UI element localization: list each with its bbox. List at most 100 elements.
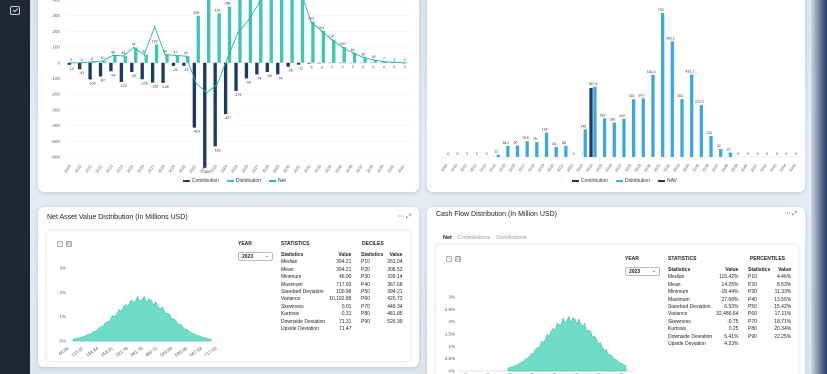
net-point [216, 83, 218, 86]
data-label: -99 [246, 80, 251, 84]
legend-nav[interactable]: NAV [657, 178, 677, 184]
data-label: 0 [404, 58, 406, 62]
stat-label: Upside Deviation [281, 326, 319, 333]
table-row: Mean 394.21 [279, 267, 353, 274]
distribution-area [72, 295, 212, 342]
stat-value: 717.60 [336, 281, 352, 288]
data-label: 58 [562, 141, 566, 145]
stat-label: P30 [748, 289, 757, 296]
x-tick-label: 2045 [788, 162, 798, 173]
data-label: -59 [267, 74, 272, 78]
stat-value: 71.47 [338, 326, 352, 333]
data-label: 10 [101, 56, 105, 60]
x-tick-label: 2025 [230, 163, 240, 174]
y-tick-label: 300 [52, 13, 60, 18]
contribution-bar [255, 62, 259, 75]
table-row: Standard Deviation 100.96 [279, 289, 353, 296]
tab-contributions[interactable]: Contributions [458, 235, 490, 241]
data-label: 315 [214, 8, 220, 12]
contribution-bar [265, 62, 269, 73]
year-select[interactable]: 2023 ⌄ [625, 267, 660, 276]
data-label: 272.2 [695, 100, 704, 104]
table-row: Minimum 46.90 [279, 274, 353, 281]
legend-net[interactable]: Net [268, 178, 286, 184]
distribution-bar [196, 15, 200, 63]
contribution-bar [161, 62, 165, 83]
data-label: 0 [476, 152, 478, 156]
net-point [101, 60, 104, 63]
tab-net[interactable]: Net [443, 235, 452, 241]
distribution-bar [217, 13, 221, 63]
distribution-area [507, 315, 627, 372]
x-tick-label: 46.90 [57, 345, 69, 356]
data-label: 0 [737, 152, 739, 156]
stat-label: P50 [748, 304, 757, 311]
data-label: 64 [351, 48, 355, 52]
table-row: P10 4.46% [746, 274, 793, 281]
y-tick-label: 1% [59, 314, 66, 319]
year-select[interactable]: 2023 ⌄ [238, 252, 273, 261]
stat-value: 394.21 [336, 259, 352, 266]
x-tick-label: 2034 [681, 162, 691, 173]
legend-distribution[interactable]: Distribution [226, 178, 261, 184]
data-label: 60 [514, 141, 518, 145]
x-tick-label: 2026 [604, 162, 614, 173]
stat-label: Downside Deviation [281, 318, 326, 325]
x-tick-label: 598.66 [174, 345, 189, 357]
data-label: 0 [393, 65, 395, 69]
data-label: -54 [110, 73, 115, 77]
x-tick-label: 2015 [498, 162, 508, 173]
stat-value: 339.14 [387, 274, 403, 281]
distribution-bar [535, 142, 539, 157]
stat-label: Maximum [281, 281, 303, 288]
y-tick-label: -500 [51, 139, 61, 144]
legend-contribution[interactable]: Contribution [183, 178, 219, 184]
data-label: 145 [580, 124, 586, 128]
stat-value: 13.55% [774, 296, 792, 303]
stat-label: P10 [361, 259, 370, 266]
x-tick-label: 2029 [633, 162, 643, 173]
y-tick-label: 0% [59, 339, 66, 344]
dashboard-icon[interactable] [10, 6, 20, 15]
data-label: 7 [383, 57, 385, 61]
distribution-bar [670, 41, 674, 158]
table-row: P80 481.85 [359, 311, 405, 318]
distribution-bar [259, 0, 263, 63]
x-tick-label: 2043 [768, 162, 778, 173]
net-point [122, 55, 125, 57]
more-icon[interactable]: ⋯ [398, 214, 406, 220]
data-label: -87 [100, 78, 105, 82]
data-label: 3 [393, 57, 395, 61]
distribution-bar [631, 99, 636, 157]
stat-label: Minimum [668, 289, 689, 296]
expand-icon[interactable]: ⤢ [792, 211, 799, 217]
data-label: 299 [193, 11, 199, 15]
distribution-bar [144, 54, 148, 63]
distribution-panel: − ⊟ 3% 2.5% 2% 1.5% 1% 0.5% 0% YEAR 2023 ⌄ STAT… [436, 245, 798, 374]
stat-value: 306.52 [387, 266, 403, 273]
net-point [185, 55, 187, 58]
x-tick-label: 2025 [594, 162, 604, 173]
legend-distribution[interactable]: Distribution [615, 178, 650, 184]
stat-value: 20.34% [774, 326, 792, 333]
table-row: P40 13.55% [746, 297, 793, 304]
stat-label: Mean [668, 281, 681, 288]
tab-distributions[interactable]: Distributions [496, 235, 526, 241]
distribution-bar [269, 0, 273, 63]
y-tick-label: 400 [52, 0, 60, 3]
panel-title: Net Asset Value Distribution (In Million… [47, 214, 188, 221]
contribution-bar [130, 62, 134, 73]
expand-icon[interactable]: ⤢ [406, 214, 413, 220]
more-icon[interactable]: ⋯ [784, 211, 792, 217]
panel-actions: ⋯⤢ [784, 210, 799, 218]
stat-value: 394.21 [387, 289, 403, 296]
net-point [237, 31, 239, 34]
distribution-bar [719, 148, 723, 157]
net-point [80, 62, 83, 64]
table-row: Kurtosis -0.31 [279, 311, 353, 318]
x-tick-label: 2009 [439, 162, 449, 173]
x-tick-label: 2016 [507, 162, 517, 173]
table-row: P90 22.25% [746, 334, 793, 341]
legend-contribution[interactable]: Contribution [572, 178, 608, 184]
data-label: 0 [383, 65, 385, 69]
